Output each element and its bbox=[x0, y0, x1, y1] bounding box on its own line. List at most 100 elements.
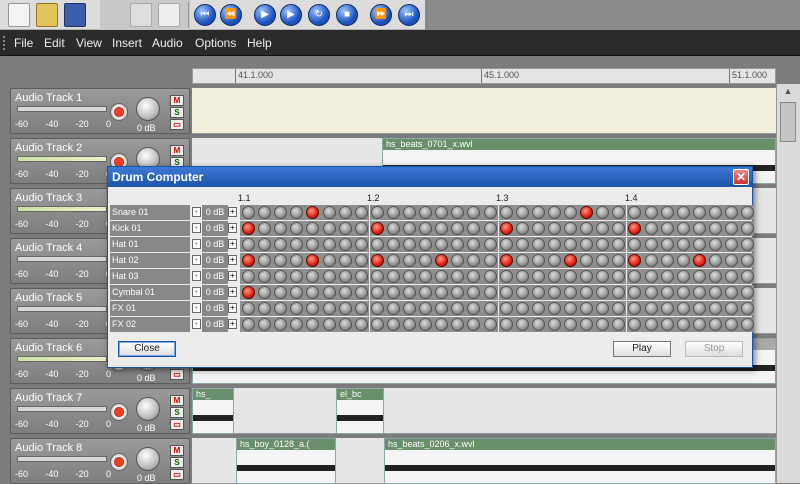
step-button[interactable] bbox=[725, 270, 738, 283]
step-button[interactable] bbox=[258, 318, 272, 331]
track-name[interactable]: Audio Track 8 bbox=[15, 442, 82, 454]
step-button[interactable] bbox=[644, 286, 658, 299]
audio-clip[interactable]: hs_ bbox=[192, 388, 234, 434]
step-button[interactable] bbox=[547, 206, 561, 219]
step-button[interactable] bbox=[644, 270, 658, 283]
step-button[interactable] bbox=[451, 254, 465, 267]
step-button[interactable] bbox=[531, 206, 545, 219]
step-button[interactable] bbox=[370, 254, 384, 267]
volume-down-button[interactable]: - bbox=[192, 271, 201, 281]
step-button[interactable] bbox=[258, 302, 272, 315]
step-button[interactable] bbox=[338, 318, 352, 331]
step-button[interactable] bbox=[708, 222, 722, 235]
menu-options[interactable]: Options bbox=[195, 36, 236, 50]
step-button[interactable] bbox=[499, 206, 513, 219]
step-button[interactable] bbox=[580, 238, 594, 251]
step-button[interactable] bbox=[644, 318, 658, 331]
step-button[interactable] bbox=[322, 206, 336, 219]
step-button[interactable] bbox=[419, 302, 433, 315]
step-button[interactable] bbox=[419, 222, 433, 235]
volume-up-button[interactable]: + bbox=[228, 271, 237, 281]
step-button[interactable] bbox=[660, 318, 674, 331]
step-button[interactable] bbox=[564, 318, 577, 331]
step-button[interactable] bbox=[451, 222, 465, 235]
step-button[interactable] bbox=[676, 270, 690, 283]
step-button[interactable] bbox=[483, 270, 497, 283]
scroll-up-icon[interactable]: ▲ bbox=[780, 86, 796, 100]
step-button[interactable] bbox=[515, 302, 529, 315]
step-button[interactable] bbox=[499, 302, 513, 315]
scrollbar-thumb[interactable] bbox=[780, 102, 796, 142]
step-button[interactable] bbox=[483, 254, 497, 267]
step-button[interactable] bbox=[386, 286, 400, 299]
step-button[interactable] bbox=[660, 254, 674, 267]
step-button[interactable] bbox=[290, 286, 304, 299]
step-button[interactable] bbox=[322, 302, 336, 315]
step-button[interactable] bbox=[547, 222, 561, 235]
record-arm-button[interactable] bbox=[110, 103, 128, 121]
step-button[interactable] bbox=[322, 238, 336, 251]
track-name[interactable]: Audio Track 1 bbox=[15, 92, 82, 104]
step-button[interactable] bbox=[596, 302, 610, 315]
mute-button[interactable]: M bbox=[170, 95, 184, 106]
step-button[interactable] bbox=[499, 286, 513, 299]
step-button[interactable] bbox=[628, 206, 642, 219]
step-button[interactable] bbox=[322, 222, 336, 235]
step-button[interactable] bbox=[531, 286, 545, 299]
step-button[interactable] bbox=[660, 206, 674, 219]
step-button[interactable] bbox=[580, 222, 594, 235]
step-button[interactable] bbox=[531, 238, 545, 251]
step-button[interactable] bbox=[483, 302, 497, 315]
step-button[interactable] bbox=[370, 222, 384, 235]
track-header-7[interactable]: Audio Track 7 -60 -40 -20 0 0 dB M S ▭ bbox=[10, 388, 190, 434]
step-button[interactable] bbox=[354, 238, 368, 251]
step-button[interactable] bbox=[419, 318, 433, 331]
step-button[interactable] bbox=[628, 286, 642, 299]
loop-icon[interactable]: ↻ bbox=[308, 4, 330, 26]
step-button[interactable] bbox=[306, 238, 320, 251]
step-button[interactable] bbox=[531, 254, 545, 267]
step-button[interactable] bbox=[692, 302, 706, 315]
step-button[interactable] bbox=[306, 286, 320, 299]
step-button[interactable] bbox=[499, 270, 513, 283]
new-file-icon[interactable] bbox=[8, 3, 30, 27]
step-button[interactable] bbox=[354, 302, 368, 315]
step-button[interactable] bbox=[580, 302, 594, 315]
step-button[interactable] bbox=[725, 222, 738, 235]
step-button[interactable] bbox=[628, 302, 642, 315]
step-button[interactable] bbox=[564, 238, 577, 251]
step-button[interactable] bbox=[708, 254, 722, 267]
step-button[interactable] bbox=[741, 270, 755, 283]
record-arm-button[interactable] bbox=[110, 453, 128, 471]
step-button[interactable] bbox=[290, 302, 304, 315]
step-button[interactable] bbox=[338, 286, 352, 299]
step-button[interactable] bbox=[644, 254, 658, 267]
track-lane-7[interactable]: hs_ el_bc bbox=[192, 388, 776, 434]
step-button[interactable] bbox=[692, 270, 706, 283]
step-button[interactable] bbox=[660, 238, 674, 251]
track-name[interactable]: Audio Track 4 bbox=[15, 242, 82, 254]
step-button[interactable] bbox=[580, 254, 594, 267]
step-button[interactable] bbox=[692, 318, 706, 331]
step-button[interactable] bbox=[451, 238, 465, 251]
menu-help[interactable]: Help bbox=[247, 36, 272, 50]
step-button[interactable] bbox=[435, 206, 449, 219]
step-button[interactable] bbox=[306, 222, 320, 235]
step-button[interactable] bbox=[370, 302, 384, 315]
open-folder-icon[interactable] bbox=[36, 3, 58, 27]
audio-clip[interactable]: el_bc bbox=[336, 388, 384, 434]
step-button[interactable] bbox=[258, 206, 272, 219]
step-button[interactable] bbox=[322, 318, 336, 331]
step-button[interactable] bbox=[403, 318, 416, 331]
step-button[interactable] bbox=[708, 206, 722, 219]
step-button[interactable] bbox=[692, 238, 706, 251]
step-button[interactable] bbox=[564, 302, 577, 315]
step-button[interactable] bbox=[483, 222, 497, 235]
step-button[interactable] bbox=[451, 270, 465, 283]
step-button[interactable] bbox=[435, 238, 449, 251]
step-button[interactable] bbox=[612, 302, 626, 315]
step-button[interactable] bbox=[242, 302, 255, 315]
step-button[interactable] bbox=[612, 206, 626, 219]
step-button[interactable] bbox=[467, 302, 481, 315]
step-button[interactable] bbox=[725, 286, 738, 299]
